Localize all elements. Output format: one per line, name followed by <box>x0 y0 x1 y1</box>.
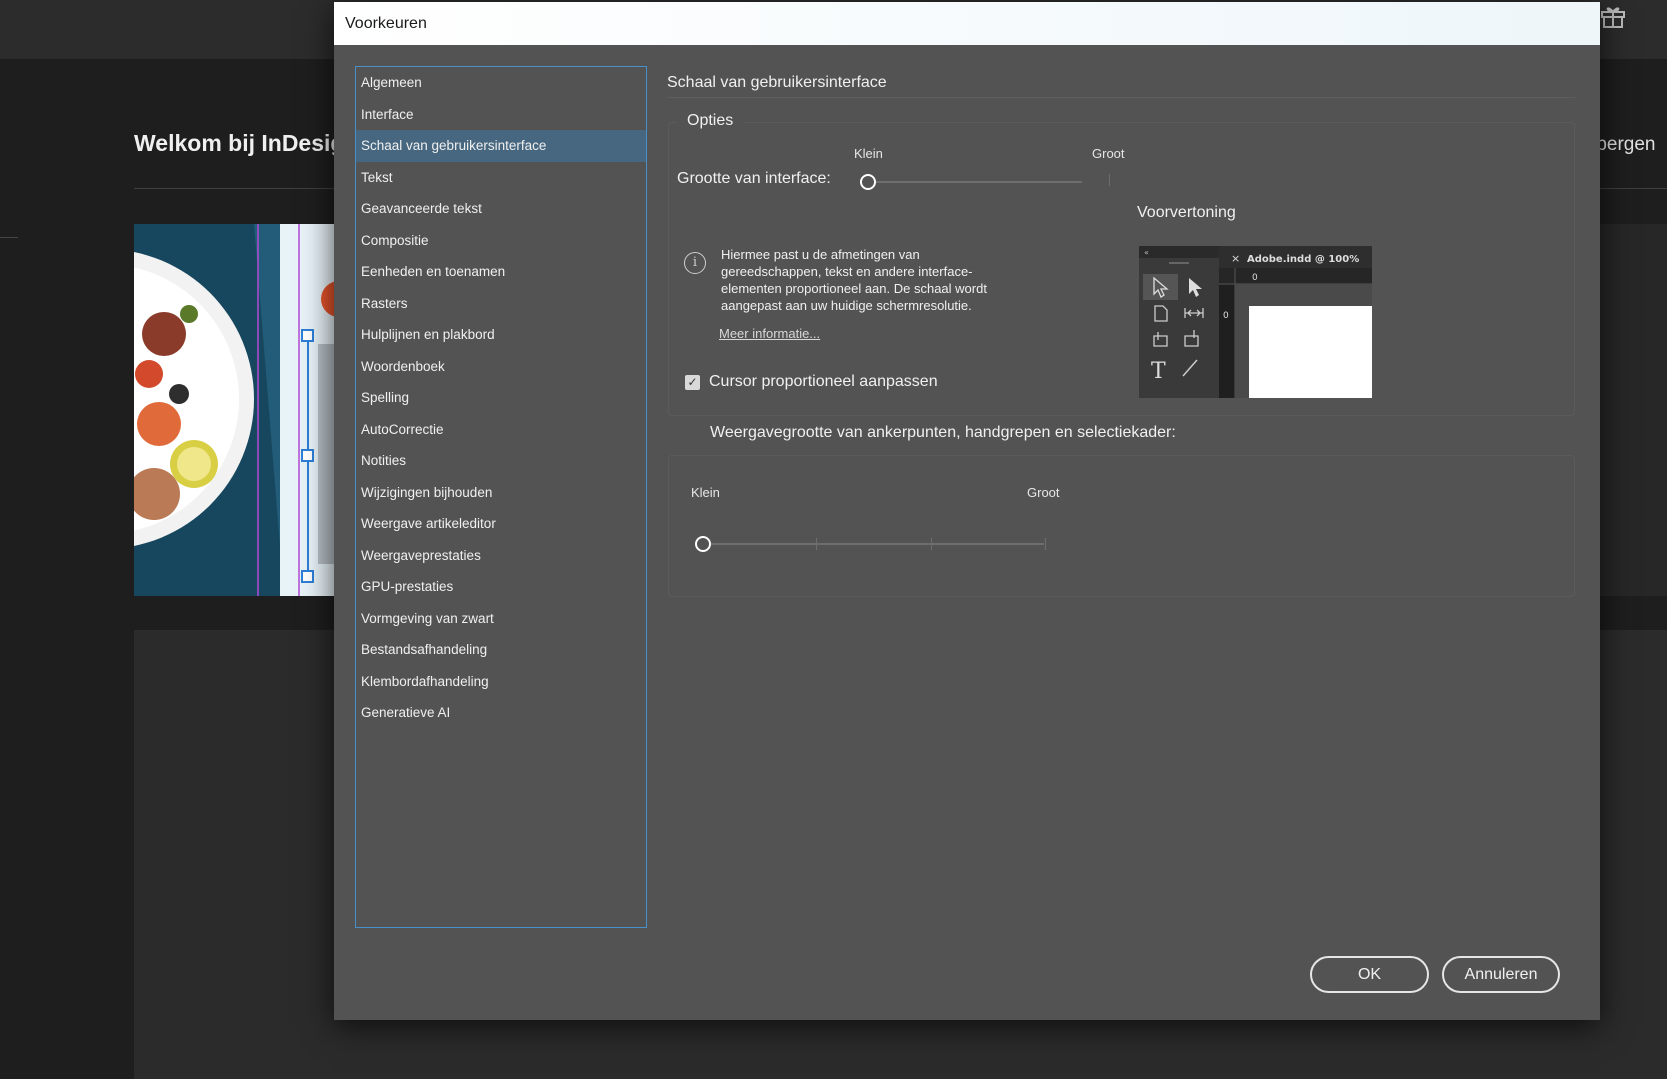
scale-cursor-checkbox[interactable]: ✓ <box>685 375 700 390</box>
svg-text:×: × <box>1231 252 1240 265</box>
preview-title: Voorvertoning <box>1137 204 1236 221</box>
welcome-title: Welkom bij InDesign <box>134 130 359 156</box>
dialog-title: Voorkeuren <box>334 2 1600 45</box>
cancel-button[interactable]: Annuleren <box>1442 956 1560 993</box>
ok-button[interactable]: OK <box>1310 956 1429 993</box>
anchor-size-slider-handle[interactable] <box>695 536 711 552</box>
scale-cursor-label: Cursor proportioneel aanpassen <box>709 373 938 390</box>
preview-image: « T × Adobe.indd @ 100% 0 0 <box>1139 246 1372 398</box>
interface-size-label: Grootte van interface: <box>677 170 831 188</box>
anchor-size-slider-tick <box>931 538 932 550</box>
anchor-size-max-label: Groot <box>1027 485 1060 500</box>
preferences-dialog: Voorkeuren Algemeen Interface Schaal van g… <box>334 2 1600 1020</box>
preview-tab-label: Adobe.indd @ 100% <box>1247 254 1359 265</box>
anchor-size-slider-tick <box>816 538 817 550</box>
interface-size-slider-handle[interactable] <box>860 174 876 190</box>
svg-text:0: 0 <box>1223 311 1229 321</box>
category-item[interactable]: Bestandsafhandeling <box>356 634 646 666</box>
section-title: Schaal van gebruikersinterface <box>667 74 887 91</box>
category-item[interactable]: Weergave artikeleditor <box>356 508 646 540</box>
category-list[interactable]: Algemeen Interface Schaal van gebruikersin… <box>355 66 647 928</box>
anchor-size-slider-track[interactable] <box>703 543 1044 545</box>
interface-size-max-label: Groot <box>1092 146 1125 161</box>
section-divider <box>667 97 1575 98</box>
preview-ruler-zero: 0 <box>1252 273 1258 283</box>
category-item[interactable]: Eenheden en toenamen <box>356 256 646 288</box>
category-item[interactable]: Notities <box>356 445 646 477</box>
options-group-label: Opties <box>677 112 744 130</box>
svg-text:T: T <box>1151 359 1166 384</box>
interface-size-slider-tick <box>1109 174 1110 186</box>
svg-text:«: « <box>1144 248 1149 257</box>
template-thumbnail-partial[interactable] <box>1600 224 1667 596</box>
background-mark <box>0 237 18 238</box>
category-item[interactable]: Tekst <box>356 162 646 194</box>
category-item[interactable]: Vormgeving van zwart <box>356 603 646 635</box>
category-item[interactable]: GPU-prestaties <box>356 571 646 603</box>
category-item[interactable]: Generatieve AI <box>356 697 646 729</box>
info-icon: i <box>684 252 706 274</box>
category-item[interactable]: Hulplijnen en plakbord <box>356 319 646 351</box>
anchor-size-group-label: Weergavegrootte van ankerpunten, handgre… <box>700 424 1186 442</box>
category-item[interactable]: Rasters <box>356 288 646 320</box>
category-item[interactable]: Compositie <box>356 225 646 257</box>
interface-size-min-label: Klein <box>854 146 883 161</box>
category-item[interactable]: Woordenboek <box>356 351 646 383</box>
category-item[interactable]: Spelling <box>356 382 646 414</box>
category-item[interactable]: Geavanceerde tekst <box>356 193 646 225</box>
category-item[interactable]: AutoCorrectie <box>356 414 646 446</box>
gift-icon[interactable] <box>1600 4 1626 28</box>
anchor-size-slider-tick <box>1045 538 1046 550</box>
category-item[interactable]: Schaal van gebruikersinterface <box>356 130 646 162</box>
anchor-size-min-label: Klein <box>691 485 720 500</box>
template-thumbnail[interactable] <box>134 224 334 596</box>
more-info-link[interactable]: Meer informatie... <box>719 326 820 341</box>
info-text: Hiermee past u de afmetingen van gereeds… <box>721 247 987 313</box>
category-item[interactable]: Algemeen <box>356 67 646 99</box>
interface-size-slider-track[interactable] <box>868 181 1082 183</box>
anchor-size-group <box>668 455 1575 597</box>
category-item[interactable]: Klembordafhandeling <box>356 666 646 698</box>
category-item[interactable]: Wijzigingen bijhouden <box>356 477 646 509</box>
category-item[interactable]: Interface <box>356 99 646 131</box>
category-item[interactable]: Weergaveprestaties <box>356 540 646 572</box>
